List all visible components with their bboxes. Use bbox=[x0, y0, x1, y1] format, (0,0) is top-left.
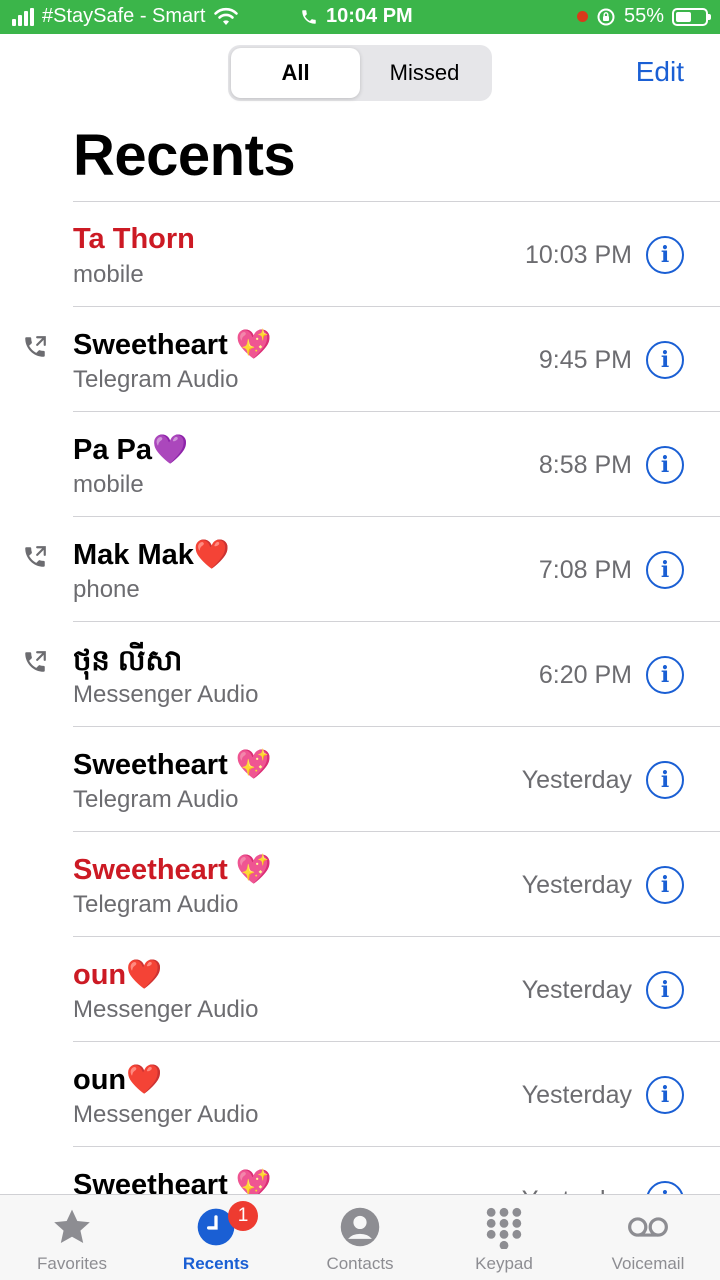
info-icon[interactable]: i bbox=[646, 446, 684, 484]
recording-dot-icon bbox=[576, 11, 588, 22]
status-center: 10:04 PM bbox=[300, 5, 413, 28]
caller-name: Sweetheart 💖 bbox=[73, 749, 272, 781]
tab-recents[interactable]: 1 Recents bbox=[144, 1195, 288, 1280]
tab-contacts-label: Contacts bbox=[326, 1254, 394, 1273]
caller-name: Sweetheart 💖 bbox=[73, 1169, 272, 1194]
recents-badge: 1 bbox=[228, 1201, 258, 1231]
status-left: #StaySafe - Smart bbox=[12, 5, 239, 28]
call-row[interactable]: Sweetheart 💖 Telegram Audio 9:45 PM i bbox=[0, 306, 720, 411]
call-row[interactable]: Pa Pa💜 mobile 8:58 PM i bbox=[0, 411, 720, 516]
info-icon[interactable]: i bbox=[646, 341, 684, 379]
call-time: Yesterday bbox=[521, 976, 632, 1004]
edit-button[interactable]: Edit bbox=[636, 56, 684, 88]
caller-name: Mak Mak❤️ bbox=[73, 539, 230, 571]
call-row[interactable]: ថុន លីសា Messenger Audio 6:20 PM i bbox=[0, 621, 720, 726]
tab-keypad[interactable]: Keypad bbox=[432, 1195, 576, 1280]
call-time: 10:03 PM bbox=[524, 241, 632, 269]
call-row[interactable]: oun❤️ Messenger Audio Yesterday i bbox=[0, 936, 720, 1041]
call-time: 9:45 PM bbox=[538, 346, 632, 374]
call-time: Yesterday bbox=[521, 1081, 632, 1109]
status-right: 55% bbox=[576, 5, 711, 28]
signal-icon bbox=[12, 7, 34, 26]
keypad-icon bbox=[486, 1207, 522, 1249]
caller-name: Sweetheart 💖 bbox=[73, 329, 272, 361]
tab-favorites[interactable]: Favorites bbox=[0, 1195, 144, 1280]
phone-icon bbox=[302, 9, 316, 24]
info-icon[interactable]: i bbox=[646, 971, 684, 1009]
recents-list: Ta Thorn mobile 10:03 PM i Sweetheart 💖 Teleg… bbox=[0, 201, 720, 1194]
person-icon bbox=[340, 1207, 380, 1247]
call-row[interactable]: Sweetheart 💖 Telegram Audio Yesterday i bbox=[0, 726, 720, 831]
tab-voicemail[interactable]: Voicemail bbox=[576, 1195, 720, 1280]
info-icon[interactable]: i bbox=[646, 761, 684, 799]
call-type: Messenger Audio bbox=[73, 996, 259, 1023]
orientation-lock-icon bbox=[597, 8, 615, 25]
battery-percent: 55% bbox=[623, 5, 664, 27]
caller-name: oun❤️ bbox=[73, 1064, 163, 1096]
clock-time: 10:04 PM bbox=[326, 5, 413, 27]
info-icon[interactable]: i bbox=[646, 551, 684, 589]
caller-name: Pa Pa💜 bbox=[73, 434, 189, 466]
outgoing-call-icon bbox=[25, 336, 46, 357]
call-type: mobile bbox=[73, 471, 144, 498]
tab-voicemail-label: Voicemail bbox=[611, 1254, 685, 1273]
caller-name: ថុន លីសា bbox=[73, 645, 183, 677]
call-type: mobile bbox=[73, 261, 144, 288]
call-row[interactable]: Mak Mak❤️ phone 7:08 PM i bbox=[0, 516, 720, 621]
call-type: Messenger Audio bbox=[73, 681, 259, 708]
outgoing-call-icon bbox=[25, 546, 46, 567]
page-title: Recents bbox=[73, 123, 296, 188]
info-icon[interactable]: i bbox=[646, 866, 684, 904]
call-time: 6:20 PM bbox=[538, 661, 632, 689]
call-row[interactable]: oun❤️ Messenger Audio Yesterday i bbox=[0, 1041, 720, 1146]
info-icon[interactable]: i bbox=[646, 1181, 684, 1194]
call-time: Yesterday bbox=[521, 766, 632, 794]
caller-name: Sweetheart 💖 bbox=[73, 854, 272, 886]
tab-bar: Favorites 1 Recents Contacts Keypad Voic… bbox=[0, 1194, 720, 1280]
filter-segmented-control: All Missed bbox=[228, 45, 492, 101]
call-time: 8:58 PM bbox=[538, 451, 632, 479]
caller-name: Ta Thorn bbox=[73, 223, 195, 255]
call-type: phone bbox=[73, 576, 140, 603]
tab-missed[interactable]: Missed bbox=[360, 48, 489, 98]
carrier-label: #StaySafe - Smart bbox=[42, 5, 206, 27]
tab-recents-label: Recents bbox=[182, 1254, 250, 1273]
tab-keypad-label: Keypad bbox=[475, 1254, 533, 1273]
tab-contacts[interactable]: Contacts bbox=[288, 1195, 432, 1280]
info-icon[interactable]: i bbox=[646, 1076, 684, 1114]
voicemail-icon bbox=[628, 1217, 668, 1237]
caller-name: oun❤️ bbox=[73, 959, 163, 991]
call-row[interactable]: Sweetheart 💖 Yesterday i bbox=[0, 1146, 720, 1194]
call-row[interactable]: Ta Thorn mobile 10:03 PM i bbox=[0, 201, 720, 306]
call-time: Yesterday bbox=[521, 871, 632, 899]
call-time: 7:08 PM bbox=[538, 556, 632, 584]
outgoing-call-icon bbox=[25, 651, 46, 672]
call-type: Messenger Audio bbox=[73, 1101, 259, 1128]
call-type: Telegram Audio bbox=[73, 891, 239, 918]
info-icon[interactable]: i bbox=[646, 236, 684, 274]
tab-all[interactable]: All bbox=[231, 48, 360, 98]
call-type: Telegram Audio bbox=[73, 366, 239, 393]
star-icon bbox=[54, 1209, 90, 1243]
status-bar: #StaySafe - Smart 10:04 PM 55% bbox=[0, 0, 720, 34]
battery-icon bbox=[672, 7, 711, 26]
info-icon[interactable]: i bbox=[646, 656, 684, 694]
call-type: Telegram Audio bbox=[73, 786, 239, 813]
tab-favorites-label: Favorites bbox=[37, 1254, 107, 1273]
wifi-icon bbox=[214, 7, 239, 25]
call-time: Yesterday bbox=[522, 1186, 632, 1194]
call-row[interactable]: Sweetheart 💖 Telegram Audio Yesterday i bbox=[0, 831, 720, 936]
